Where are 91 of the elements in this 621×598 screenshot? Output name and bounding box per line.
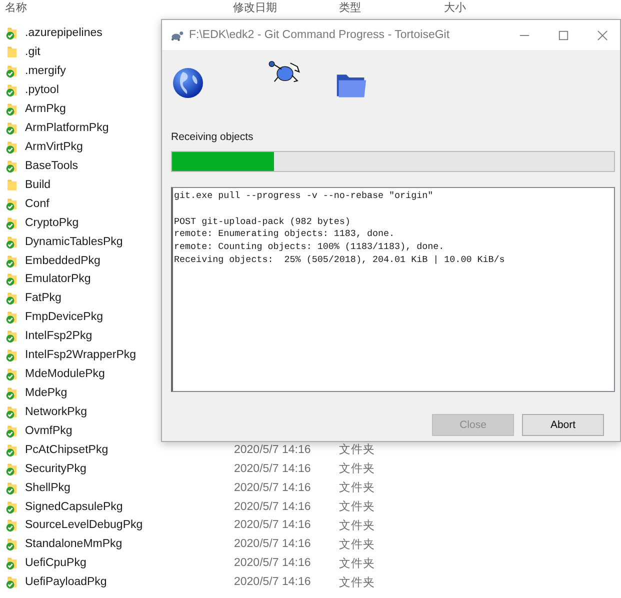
folder-check-icon (5, 121, 19, 136)
file-name[interactable]: ShellPkg (25, 482, 70, 494)
file-type: 文件夹 (339, 442, 375, 458)
file-type: 文件夹 (339, 462, 375, 476)
modified-date: 2020/5/7 14:16 (234, 557, 311, 570)
folder-check-icon (5, 329, 19, 344)
file-name[interactable]: FatPkg (25, 292, 62, 304)
window-title: F:\EDK\edk2 - Git Command Progress - TortoiseGit (189, 29, 450, 41)
file-name[interactable]: .git (25, 46, 40, 58)
modified-date: 2020/5/7 14:16 (234, 519, 311, 532)
log-line: POST git-upload-pack (982 bytes) (174, 216, 350, 228)
folder-check-icon (5, 424, 19, 438)
dialog-button[interactable]: Abort (522, 414, 604, 436)
folder-check-icon (5, 367, 19, 382)
file-name[interactable]: EmulatorPkg (25, 273, 91, 286)
file-name[interactable]: OvmfPkg (25, 424, 72, 437)
file-name[interactable]: UefiPayloadPkg (25, 576, 107, 588)
file-type: 文件夹 (339, 480, 375, 496)
file-name[interactable]: DynamicTablesPkg (25, 236, 123, 248)
file-type: 文件夹 (339, 538, 375, 552)
folder-check-icon (5, 216, 19, 230)
folder-check-icon (5, 83, 19, 98)
folder-icon (5, 178, 19, 192)
folder-check-icon (5, 234, 19, 249)
folder-check-icon (5, 480, 19, 495)
column-header[interactable]: 修改日期 (233, 1, 281, 15)
file-type: 文件夹 (339, 518, 375, 533)
folder-check-icon (5, 102, 19, 116)
file-name[interactable]: .pytool (25, 84, 59, 96)
file-name[interactable]: ArmVirtPkg (25, 140, 83, 153)
folder-check-icon (5, 348, 19, 362)
folder-check-icon (5, 254, 19, 268)
file-name[interactable]: UefiCpuPkg (25, 557, 86, 570)
log-line: remote: Counting objects: 100% (1183/1183), done. (174, 241, 444, 254)
folder-check-icon (5, 386, 19, 400)
modified-date: 2020/5/7 14:16 (234, 500, 311, 512)
modified-date: 2020/5/7 14:16 (234, 538, 311, 550)
file-name[interactable]: MdePkg (25, 386, 68, 399)
command-line: git.exe pull --progress -v --no-rebase "origin" (174, 190, 434, 203)
status-text: Receiving objects (171, 130, 254, 144)
file-name[interactable]: SourceLevelDebugPkg (25, 519, 143, 532)
modified-date: 2020/5/7 14:16 (234, 444, 311, 456)
folder-check-icon (5, 556, 19, 570)
folder-check-icon (5, 196, 19, 211)
file-name[interactable]: IntelFsp2Pkg (25, 330, 92, 342)
column-header[interactable]: 名称 (5, 1, 31, 15)
file-name[interactable]: Conf (25, 198, 50, 210)
file-name[interactable]: .azurepipelines (25, 27, 102, 40)
folder-check-icon (5, 291, 19, 306)
file-name[interactable]: ArmPkg (25, 103, 66, 116)
file-name[interactable]: EmbeddedPkg (25, 254, 100, 267)
modified-date: 2020/5/7 14:16 (234, 462, 311, 475)
file-name[interactable]: StandaloneMmPkg (25, 538, 122, 550)
folder-check-icon (5, 442, 19, 457)
folder-check-icon (5, 26, 19, 40)
log-line: Receiving objects: 25% (505/2018), 204.01 KiB | 10.00 KiB/s (174, 254, 505, 267)
folder-icon (5, 45, 19, 60)
folder-check-icon (5, 64, 19, 78)
file-name[interactable]: MdeModulePkg (25, 368, 105, 380)
file-name[interactable]: Build (25, 178, 51, 191)
file-name[interactable]: .mergify (25, 65, 66, 78)
folder-check-icon (5, 537, 19, 552)
column-header[interactable]: 大小 (444, 1, 470, 15)
modified-date: 2020/5/7 14:16 (234, 482, 311, 494)
folder-check-icon (5, 518, 19, 532)
folder-check-icon (5, 404, 19, 419)
file-name[interactable]: SecurityPkg (25, 462, 86, 475)
folder-check-icon (5, 500, 19, 514)
modified-date: 2020/5/7 14:16 (234, 576, 311, 588)
file-name[interactable]: ArmPlatformPkg (25, 122, 109, 134)
file-type: 文件夹 (339, 576, 375, 590)
file-name[interactable]: FmpDevicePkg (25, 311, 103, 324)
log-line: remote: Enumerating objects: 1183, done. (174, 228, 395, 242)
folder-check-icon (5, 462, 19, 476)
maximize-button[interactable] (558, 30, 569, 40)
folder-check-icon (5, 272, 19, 286)
file-name[interactable]: SignedCapsulePkg (25, 500, 123, 512)
folder-check-icon (5, 140, 19, 154)
file-name[interactable]: IntelFsp2WrapperPkg (25, 349, 136, 362)
file-type: 文件夹 (339, 500, 375, 514)
file-name[interactable]: NetworkPkg (25, 406, 87, 418)
file-type: 文件夹 (339, 556, 375, 571)
file-name[interactable]: CryptoPkg (25, 216, 79, 229)
globe-icon (171, 66, 205, 100)
file-name[interactable]: BaseTools (25, 160, 78, 172)
column-header[interactable]: 类型 (339, 1, 365, 15)
folder-check-icon (5, 310, 19, 324)
folder-check-icon (5, 158, 19, 173)
file-name[interactable]: PcAtChipsetPkg (25, 444, 108, 456)
close-button[interactable] (597, 30, 608, 40)
folder-check-icon (5, 575, 19, 590)
